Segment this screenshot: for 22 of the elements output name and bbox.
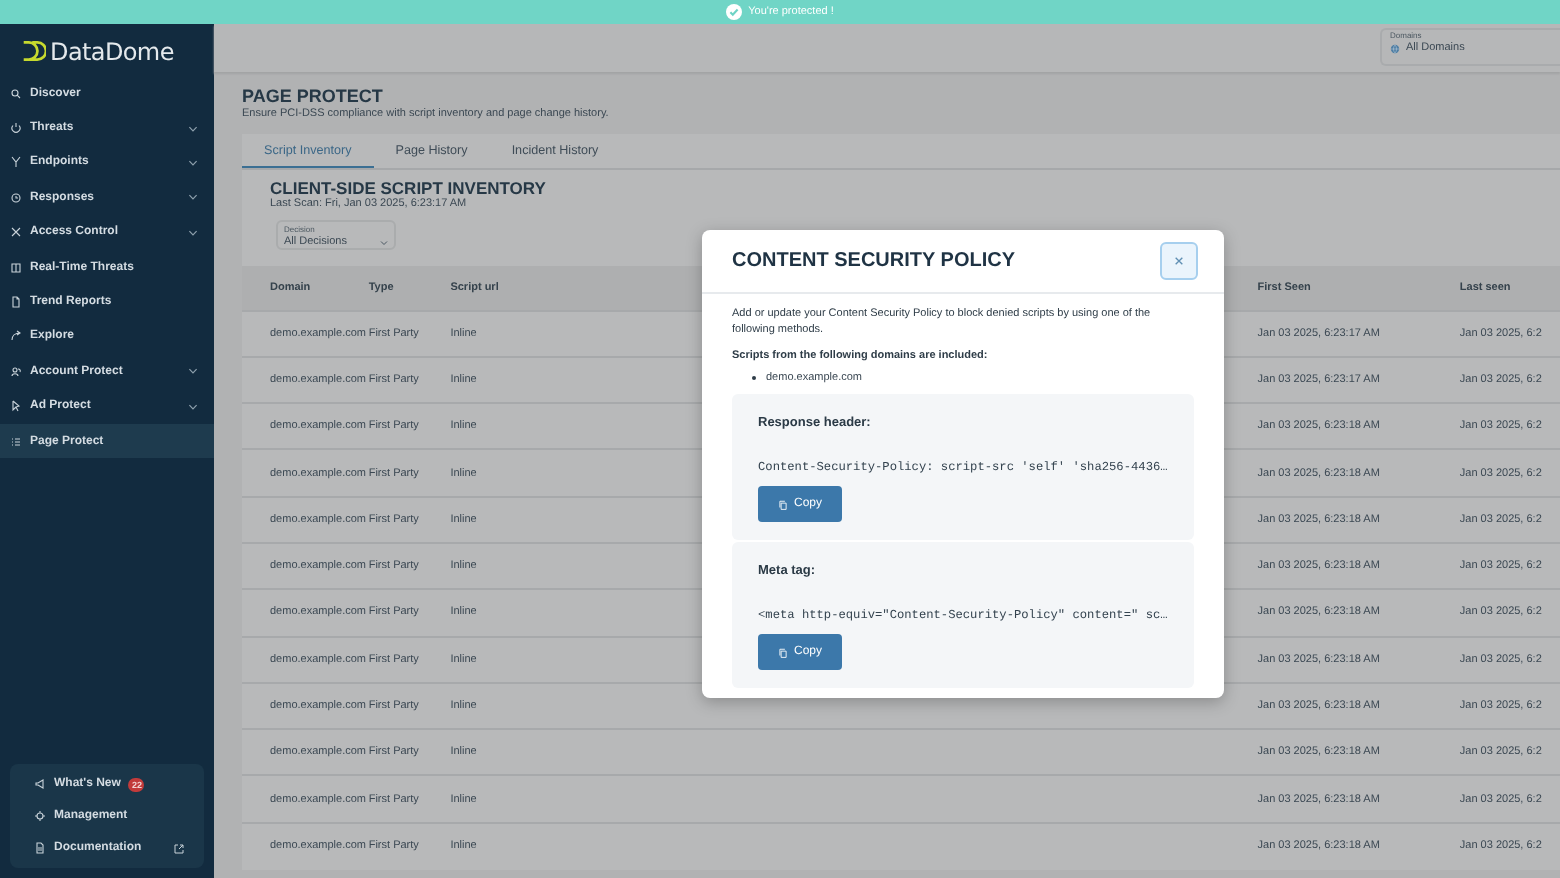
megaphone-icon xyxy=(34,778,46,790)
clock-icon xyxy=(10,191,22,204)
copy-icon xyxy=(777,647,788,657)
logo-icon xyxy=(22,40,46,62)
list-icon xyxy=(10,435,22,448)
panel-icon xyxy=(10,261,22,274)
modal-title: CONTENT SECURITY POLICY xyxy=(732,250,1015,272)
logo-text: DataDome xyxy=(50,37,174,65)
page-title: PAGE PROTECT xyxy=(242,86,385,108)
globe-icon xyxy=(1390,43,1400,53)
fork-icon xyxy=(10,156,22,169)
document-icon xyxy=(10,296,22,309)
close-icon xyxy=(1174,256,1184,266)
document-icon xyxy=(34,842,46,854)
close-button[interactable] xyxy=(1160,242,1198,280)
copy-icon xyxy=(777,499,788,509)
power-icon xyxy=(10,122,22,135)
chevron-down-icon xyxy=(380,239,388,245)
section-title: CLIENT-SIDE SCRIPT INVENTORY xyxy=(268,180,548,198)
search-icon xyxy=(10,87,22,100)
pointer-icon xyxy=(10,400,22,413)
users-icon xyxy=(10,365,22,378)
